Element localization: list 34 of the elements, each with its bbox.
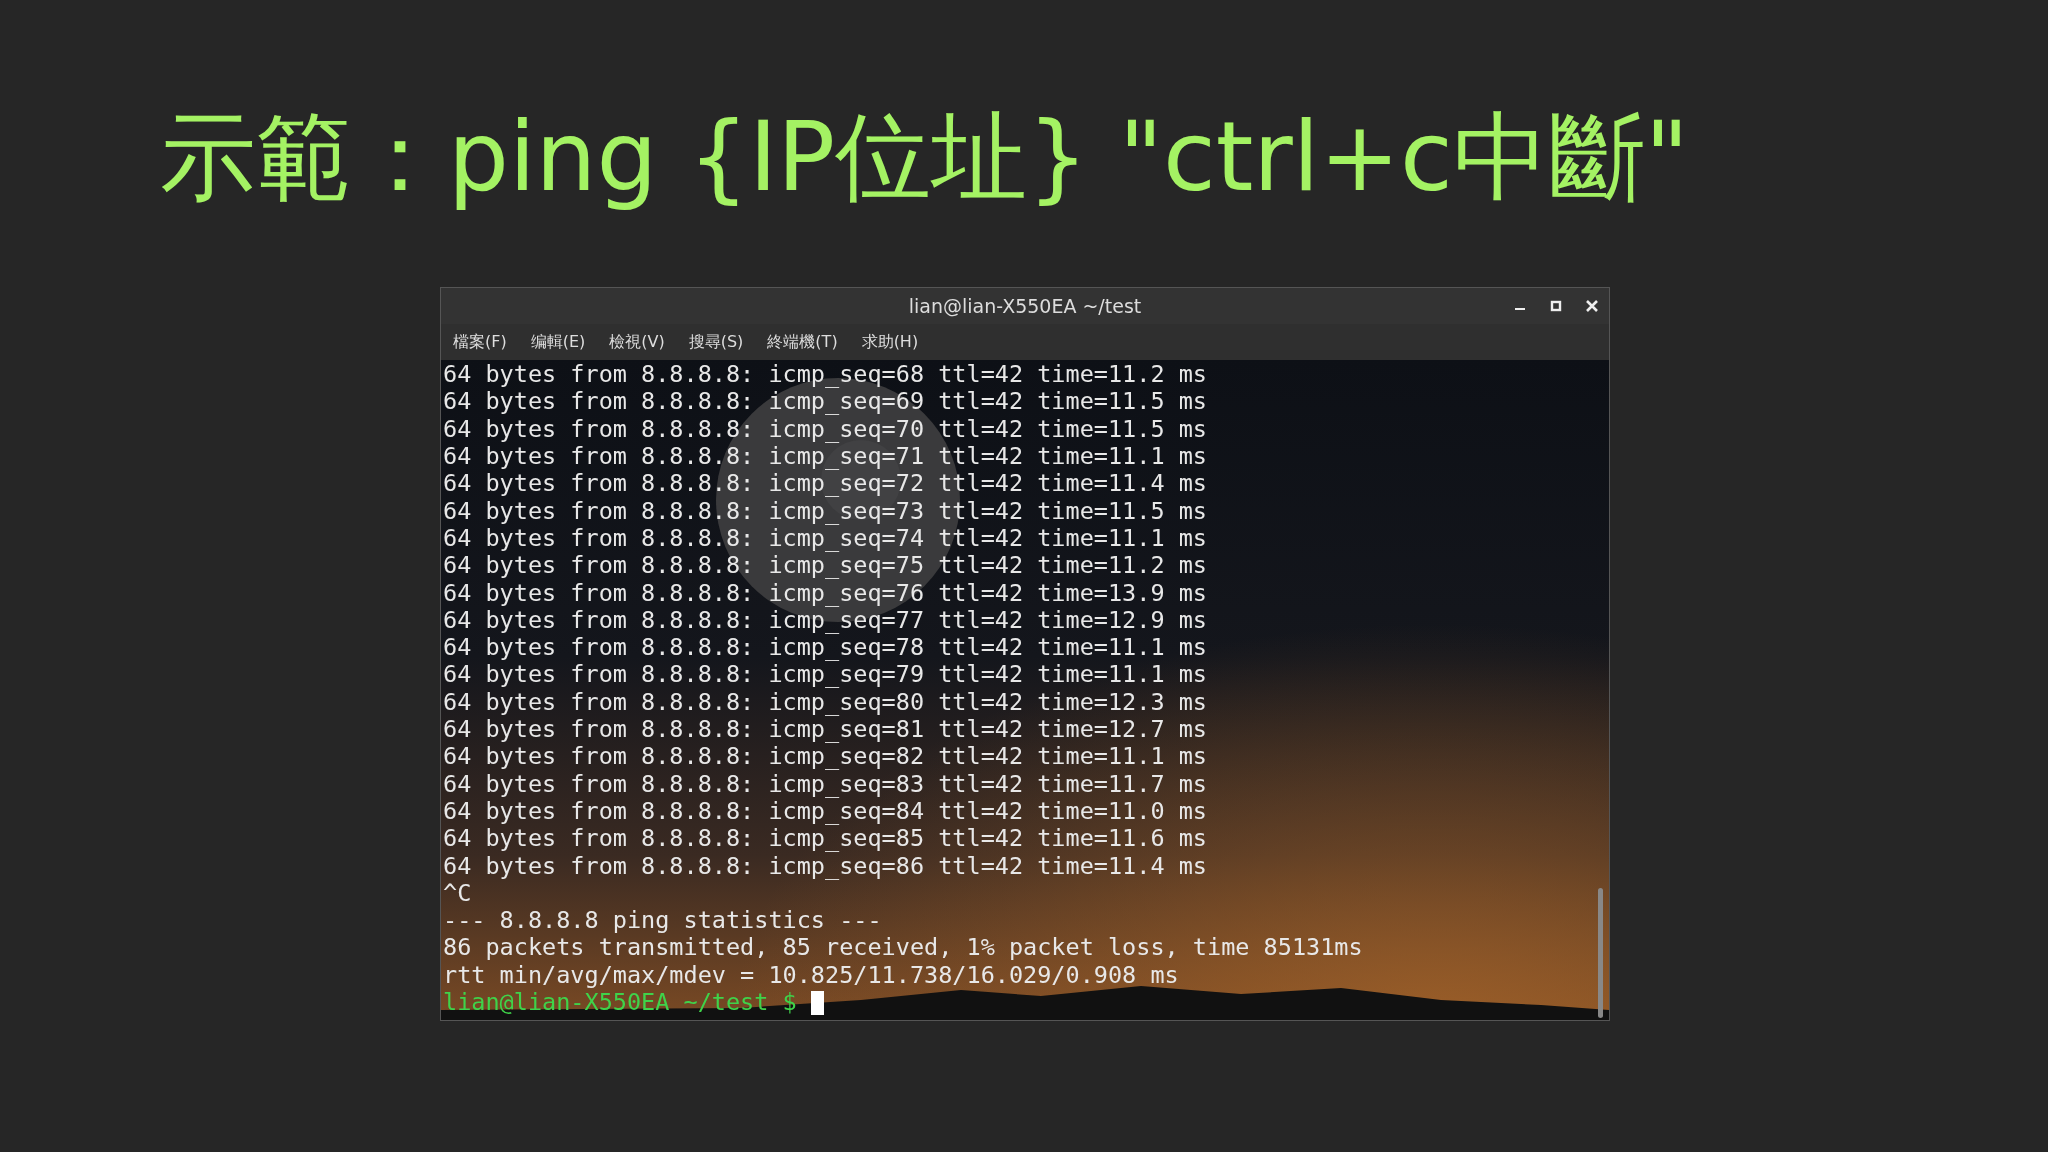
scrollbar[interactable]: [1598, 888, 1603, 1019]
terminal-line: 64 bytes from 8.8.8.8: icmp_seq=72 ttl=42 time=11.4 ms: [443, 470, 1207, 498]
menu-item[interactable]: 搜尋(S): [688, 331, 744, 353]
terminal-line: 64 bytes from 8.8.8.8: icmp_seq=80 ttl=42 time=12.3 ms: [443, 688, 1207, 717]
terminal-line: 64 bytes from 8.8.8.8: icmp_seq=83 ttl=42 time=11.7 ms: [443, 770, 1207, 798]
menu-item[interactable]: 求助(H): [861, 331, 919, 353]
terminal-line: 64 bytes from 8.8.8.8: icmp_seq=74 ttl=42 time=11.1 ms: [443, 524, 1207, 553]
terminal-line: 64 bytes from 8.8.8.8: icmp_seq=85 ttl=42 time=11.6 ms: [443, 825, 1207, 853]
terminal-line: 64 bytes from 8.8.8.8: icmp_seq=86 ttl=42 time=11.4 ms: [443, 852, 1207, 880]
terminal-line: 64 bytes from 8.8.8.8: icmp_seq=77 ttl=42 time=12.9 ms: [443, 606, 1207, 635]
menu-item[interactable]: 檔案(F): [453, 331, 507, 353]
terminal-line: rtt min/avg/max/mdev = 10.825/11.738/16.029/0.908 ms: [443, 961, 1179, 989]
terminal-line: 64 bytes from 8.8.8.8: icmp_seq=79 ttl=42 time=11.1 ms: [443, 661, 1207, 689]
menu-item[interactable]: 終端機(T): [767, 331, 838, 353]
slide-title: 示範：ping {IP位址} "ctrl+c中斷": [160, 100, 1689, 215]
terminal-line: 86 packets transmitted, 85 received, 1% packet loss, time 85131ms: [443, 934, 1363, 962]
terminal-line: 64 bytes from 8.8.8.8: icmp_seq=81 ttl=42 time=12.7 ms: [443, 716, 1207, 744]
window-title: lian@lian-X550EA ~/test: [908, 295, 1142, 318]
terminal-line: 64 bytes from 8.8.8.8: icmp_seq=73 ttl=42 time=11.5 ms: [443, 497, 1207, 525]
terminal-line: 64 bytes from 8.8.8.8: icmp_seq=71 ttl=42 time=11.1 ms: [443, 443, 1207, 471]
terminal-line: 64 bytes from 8.8.8.8: icmp_seq=68 ttl=42 time=11.2 ms: [443, 361, 1207, 389]
close-icon[interactable]: [1585, 299, 1599, 314]
terminal-line: 64 bytes from 8.8.8.8: icmp_seq=70 ttl=42 time=11.5 ms: [443, 415, 1207, 444]
menu-item[interactable]: 檢視(V): [609, 331, 665, 353]
terminal-line: 64 bytes from 8.8.8.8: icmp_seq=76 ttl=42 time=13.9 ms: [443, 579, 1207, 607]
terminal-line: 64 bytes from 8.8.8.8: icmp_seq=84 ttl=42 time=11.0 ms: [443, 797, 1207, 826]
terminal-line: 64 bytes from 8.8.8.8: icmp_seq=75 ttl=42 time=11.2 ms: [443, 552, 1207, 580]
terminal-line: --- 8.8.8.8 ping statistics ---: [443, 907, 882, 935]
terminal-line: 64 bytes from 8.8.8.8: icmp_seq=69 ttl=42 time=11.5 ms: [443, 388, 1207, 416]
terminal-line: 64 bytes from 8.8.8.8: icmp_seq=78 ttl=42 time=11.1 ms: [443, 634, 1207, 662]
maximize-icon[interactable]: [1549, 299, 1563, 314]
menu-item[interactable]: 编輯(E): [530, 331, 586, 353]
terminal-line: 64 bytes from 8.8.8.8: icmp_seq=82 ttl=42 time=11.1 ms: [443, 743, 1207, 771]
terminal-line: ^C: [443, 879, 472, 908]
